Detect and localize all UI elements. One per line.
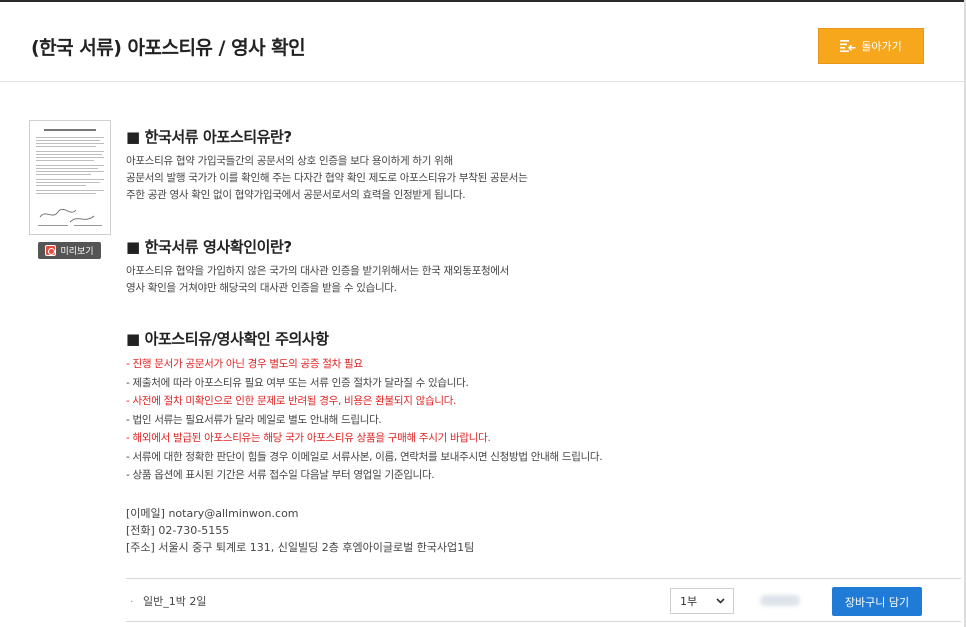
list-back-icon <box>840 40 856 52</box>
contact-address: [주소] 서울시 중구 퇴계로 131, 신일빌딩 2층 후엠아이글로벌 한국사… <box>126 541 475 554</box>
contact-phone: [전화] 02-730-5155 <box>126 524 230 537</box>
quantity-select[interactable]: 1부 <box>670 588 734 614</box>
notes-heading: ■ 아포스티유/영사확인 주의사항 <box>126 330 329 348</box>
text-line: 공문서의 발행 국가가 이를 확인해 주는 다자간 협약 확인 제도로 아포스티… <box>126 172 528 184</box>
notes-list: - 진행 문서가 공문서가 아닌 경우 별도의 공증 절차 필요 - 제출처에 … <box>126 355 603 485</box>
apostille-heading: ■ 한국서류 아포스티유란? <box>126 128 292 146</box>
quantity-value: 1부 <box>680 595 698 608</box>
add-to-cart-button[interactable]: 장바구니 담기 <box>832 587 922 616</box>
note-warning: - 사전에 절차 미확인으로 인한 문제로 반려될 경우, 비용은 환불되지 않… <box>126 395 457 407</box>
text-line: 아포스티유 협약을 가입하지 않은 국가의 대사관 인증을 받기위해서는 한국 … <box>126 265 510 277</box>
apostille-description: 아포스티유 협약 가입국들간의 공문서의 상호 인증을 보다 용이하게 하기 위… <box>126 153 528 204</box>
text-line: 주한 공관 영사 확인 없이 협약가입국에서 공문서로서의 효력을 인정받게 됩… <box>126 189 466 201</box>
consular-heading: ■ 한국서류 영사확인이란? <box>126 238 292 256</box>
document-preview-image <box>36 129 104 226</box>
bullet: · <box>130 595 134 608</box>
note-item: - 제출처에 따라 아포스티유 필요 여부 또는 서류 인증 절차가 달라질 수… <box>126 376 469 389</box>
page-header: (한국 서류) 아포스티유 / 영사 확인 돌아가기 <box>0 2 964 82</box>
note-item: - 상품 옵션에 표시된 기간은 서류 접수일 다음날 부터 영업일 기준입니다… <box>126 469 435 481</box>
preview-button-label: 미리보기 <box>60 247 94 257</box>
product-option-row: · 일반_1박 2일 1부 장바구니 담기 <box>126 578 961 622</box>
contact-email: [이메일] notary@allminwon.com <box>126 507 299 520</box>
note-item: - 법인 서류는 필요서류가 달라 메일로 별도 안내해 드립니다. <box>126 413 382 426</box>
note-warning: - 진행 문서가 공문서가 아닌 경우 별도의 공증 절차 필요 <box>126 358 363 370</box>
chevron-down-icon <box>716 595 725 610</box>
note-warning: - 해외에서 발급된 아포스티유는 해당 국가 아포스티유 상품을 구매해 주시… <box>126 432 491 444</box>
note-item: - 서류에 대한 정확한 판단이 힘들 경우 이메일로 서류사본, 이름, 연락… <box>126 450 603 463</box>
back-button-label: 돌아가기 <box>861 40 902 53</box>
price-blurred <box>760 595 800 606</box>
magnify-icon <box>45 245 57 256</box>
text-line: 아포스티유 협약 가입국들간의 공문서의 상호 인증을 보다 용이하게 하기 위… <box>126 155 453 167</box>
preview-button[interactable]: 미리보기 <box>38 242 101 259</box>
option-label: 일반_1박 2일 <box>143 595 207 608</box>
text-line: 영사 확인을 거쳐야만 해당국의 대사관 인증을 받을 수 있습니다. <box>126 282 397 294</box>
product-option-name: · 일반_1박 2일 <box>130 593 206 609</box>
consular-description: 아포스티유 협약을 가입하지 않은 국가의 대사관 인증을 받기위해서는 한국 … <box>126 263 509 297</box>
contact-info: [이메일] notary@allminwon.com [전화] 02-730-5… <box>126 505 474 556</box>
page-title: (한국 서류) 아포스티유 / 영사 확인 <box>31 37 306 59</box>
document-thumbnail[interactable] <box>29 120 111 235</box>
back-button[interactable]: 돌아가기 <box>818 28 924 64</box>
